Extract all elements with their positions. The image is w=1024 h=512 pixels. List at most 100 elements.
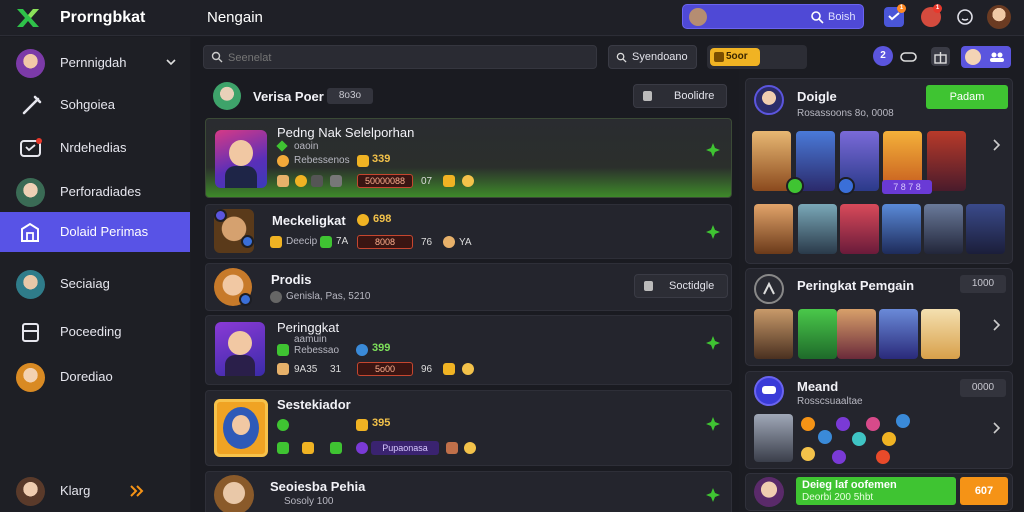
hero-tile[interactable] bbox=[882, 204, 921, 254]
avatar bbox=[754, 85, 784, 115]
card-title: Peringgkat bbox=[277, 320, 340, 335]
coins-balance[interactable]: 5oor bbox=[707, 45, 807, 69]
promo-line2: Deorbi 200 5hbt bbox=[802, 492, 874, 503]
sidebar-item-nrdehedias[interactable]: Nrdehedias bbox=[0, 128, 190, 168]
item-icon bbox=[801, 417, 815, 431]
hero-tile[interactable] bbox=[924, 204, 963, 254]
coin-icon bbox=[357, 214, 369, 226]
sidebar-item-label: Poceeding bbox=[60, 324, 122, 339]
orb-icon bbox=[356, 344, 368, 356]
sidebar-item-pernnigdah[interactable]: Pernnigdah bbox=[0, 43, 190, 83]
plant-icon bbox=[320, 236, 332, 248]
card-detail: Rebessenos bbox=[294, 155, 350, 166]
hand-icon bbox=[277, 175, 289, 187]
hero-tile[interactable] bbox=[752, 131, 791, 191]
hero-tile[interactable] bbox=[754, 204, 793, 254]
double-chevron-right-icon[interactable] bbox=[130, 485, 144, 497]
power-bar: 50000088 bbox=[357, 174, 413, 188]
user-avatar[interactable] bbox=[987, 5, 1011, 29]
card-number: 76 bbox=[421, 237, 433, 248]
top-search-bar[interactable]: Boish bbox=[682, 4, 864, 29]
top-search-label: Boish bbox=[828, 11, 856, 23]
chevron-right-icon[interactable] bbox=[993, 422, 1001, 434]
chevron-right-icon[interactable] bbox=[993, 319, 1001, 331]
search-icon bbox=[811, 11, 824, 24]
level-badge[interactable]: 2 bbox=[873, 46, 893, 66]
menu-hero-tile[interactable] bbox=[754, 414, 793, 462]
feed-card[interactable]: Meckeligkat 698 Deecip 7A 8008 76 YA bbox=[205, 204, 732, 259]
card-action-label: Soctidgle bbox=[669, 280, 715, 292]
coin-icon bbox=[277, 155, 289, 167]
card-number: 07 bbox=[421, 176, 433, 187]
feed-card[interactable]: Peringgkat aamuin Rebessao 399 9A35 31 5… bbox=[205, 315, 732, 385]
sidebar-item-seciaiag[interactable]: Seciaiag bbox=[0, 264, 190, 304]
card-avatar bbox=[214, 399, 268, 457]
sidebar-item-poceeding[interactable]: Poceeding bbox=[0, 312, 190, 352]
card-action-button[interactable]: Soctidgle bbox=[634, 274, 728, 298]
ranked-hero-tile[interactable] bbox=[798, 309, 837, 359]
search-button[interactable]: Syendoano bbox=[608, 45, 697, 69]
sparkle-icon[interactable] bbox=[706, 143, 720, 157]
card-detail: Genisla, Pas, 5210 bbox=[286, 291, 371, 302]
card-value: 339 bbox=[372, 153, 391, 165]
promo-banner[interactable]: Deieg laf oofemen Deorbi 200 5hbt bbox=[796, 477, 956, 505]
feed-header-button[interactable]: Boolidre bbox=[633, 84, 727, 108]
box-icon bbox=[22, 323, 39, 342]
sparkle-icon[interactable] bbox=[706, 488, 720, 502]
emoji-icon[interactable] bbox=[955, 7, 975, 27]
gold-icon bbox=[356, 419, 368, 431]
hero-tile[interactable] bbox=[966, 204, 1005, 254]
sparkle-icon[interactable] bbox=[706, 336, 720, 350]
ranked-hero-tile[interactable] bbox=[921, 309, 960, 359]
thumb-icon bbox=[644, 281, 653, 291]
hero-tile[interactable] bbox=[840, 204, 879, 254]
shield-icon bbox=[311, 175, 323, 187]
sidebar-footer-klarg[interactable]: Klarg bbox=[0, 471, 190, 511]
search-field[interactable] bbox=[203, 45, 597, 69]
sidebar-item-dolaid-perimas[interactable]: Dolaid Perimas bbox=[0, 212, 190, 252]
card-value: 399 bbox=[372, 342, 391, 354]
hero-tile[interactable] bbox=[798, 204, 837, 254]
hand-icon bbox=[277, 363, 289, 375]
friends-button[interactable] bbox=[961, 46, 1011, 68]
chest-icon bbox=[446, 442, 458, 454]
sidebar-item-perforadiades[interactable]: Perforadiades bbox=[0, 172, 190, 212]
item-icon bbox=[876, 450, 890, 464]
promo-button[interactable]: 607 bbox=[960, 477, 1008, 505]
chevron-right-icon[interactable] bbox=[993, 139, 1001, 151]
card-avatar bbox=[214, 475, 254, 512]
search-icon bbox=[211, 51, 223, 63]
ranking-panel: Peringkat Pemgain 1000 bbox=[745, 268, 1013, 366]
feed-header-button-label: Boolidre bbox=[674, 90, 715, 102]
chest-icon bbox=[270, 236, 282, 248]
sidebar-item-dorediao[interactable]: Dorediao bbox=[0, 357, 190, 397]
menu-panel: Meand Rosscsuaaltae 0000 bbox=[745, 371, 1013, 469]
follow-button[interactable]: Padam bbox=[926, 85, 1008, 109]
sidebar-item-label: Sohgoiea bbox=[60, 97, 115, 112]
item-icon bbox=[852, 432, 866, 446]
menu-icon bbox=[754, 376, 784, 406]
element-badge-icon bbox=[837, 177, 855, 195]
ranked-hero-tile[interactable] bbox=[837, 309, 876, 359]
ranking-icon bbox=[754, 274, 784, 304]
gift-icon[interactable] bbox=[931, 47, 950, 66]
feed-card[interactable]: Pedng Nak Selelporhan oaoin Rebessenos 3… bbox=[205, 118, 732, 198]
top-bar: Prorngbkat Nengain Boish 1 1 bbox=[0, 0, 1024, 36]
sparkle-icon[interactable] bbox=[706, 225, 720, 239]
hero-tile[interactable] bbox=[927, 131, 966, 191]
sidebar-item-sohgoiea[interactable]: Sohgoiea bbox=[0, 85, 190, 125]
sidebar-item-label: Dolaid Perimas bbox=[60, 224, 149, 239]
chevron-down-icon[interactable] bbox=[166, 57, 176, 67]
sparkle-icon[interactable] bbox=[706, 417, 720, 431]
ranked-hero-tile[interactable] bbox=[754, 309, 793, 359]
search-input[interactable] bbox=[228, 49, 588, 66]
card-subtitle: aamuin bbox=[294, 334, 327, 345]
feed-card[interactable]: Prodis Genisla, Pas, 5210 Soctidgle bbox=[205, 263, 732, 311]
feed-card[interactable]: Seoiesba Pehia Sosoly 100 bbox=[205, 471, 732, 512]
sidebar: Pernnigdah Sohgoiea Nrdehedias Perforadi… bbox=[0, 37, 190, 512]
ranked-hero-tile[interactable] bbox=[879, 309, 918, 359]
featured-panel: Doigle Rosassoons 8o, 0008 Padam 7 8 7 8 bbox=[745, 78, 1013, 264]
thumb-icon bbox=[643, 91, 652, 101]
controller-icon[interactable] bbox=[900, 49, 917, 64]
feed-card[interactable]: Sestekiador 395 Pupaonasa bbox=[205, 390, 732, 466]
